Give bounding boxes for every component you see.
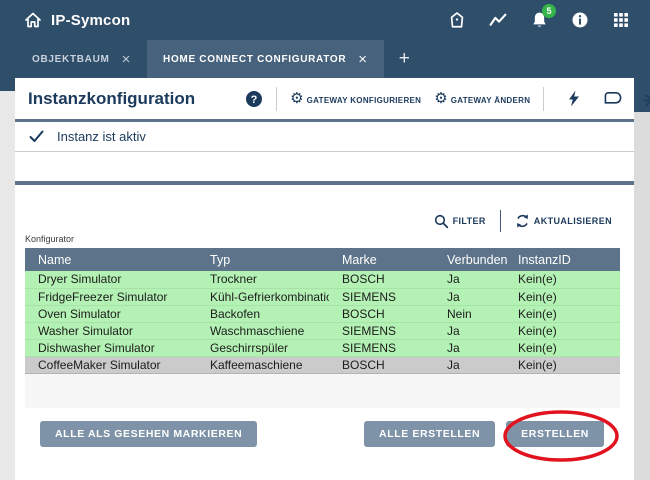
console-bubble-icon[interactable] <box>604 90 622 108</box>
gear-icon: ⚙ <box>434 91 447 106</box>
column-header-verbunden: Verbunden <box>434 248 505 271</box>
filter-label: FILTER <box>453 216 486 226</box>
refresh-button[interactable]: AKTUALISIEREN <box>515 213 612 229</box>
divider <box>276 87 277 111</box>
close-icon[interactable]: × <box>358 52 367 67</box>
close-icon[interactable]: × <box>122 52 131 67</box>
home-icon <box>24 11 42 29</box>
column-header-typ: Typ <box>197 248 329 271</box>
configurator-table: Name Typ Marke Verbunden InstanzID Dryer… <box>25 248 620 374</box>
divider <box>500 210 501 232</box>
refresh-label: AKTUALISIEREN <box>534 216 612 226</box>
gateway-configure-button[interactable]: ⚙ GATEWAY KONFIGURIEREN <box>290 91 421 106</box>
table-row[interactable]: Oven Simulator Backofen BOSCH Nein Kein(… <box>25 305 620 322</box>
gateway-change-button[interactable]: ⚙ GATEWAY ÄNDERN <box>434 91 530 106</box>
lightning-icon[interactable] <box>565 90 583 108</box>
top-bar: IP-Symcon 5 <box>0 0 650 40</box>
svg-text:?: ? <box>251 94 258 106</box>
table-row[interactable]: Dishwasher Simulator Geschirrspüler SIEM… <box>25 339 620 356</box>
notification-badge: 5 <box>542 4 556 18</box>
actions-row: ALLE ALS GESEHEN MARKIEREN ALLE ERSTELLE… <box>15 421 634 447</box>
refresh-icon <box>515 213 530 229</box>
ip-symcon-window: IP-Symcon 5 <box>0 0 650 480</box>
tab-objektbaum[interactable]: OBJEKTBAUM × <box>16 40 147 78</box>
debug-bug-icon[interactable] <box>643 90 650 108</box>
divider <box>543 87 544 111</box>
filter-button[interactable]: FILTER <box>434 214 486 229</box>
table-header-row: Name Typ Marke Verbunden InstanzID <box>25 248 620 271</box>
table-toolbar: FILTER AKTUALISIEREN <box>15 211 634 231</box>
gear-icon: ⚙ <box>290 91 303 106</box>
section-separator <box>15 152 634 185</box>
table-row-selected[interactable]: CoffeeMaker Simulator Kaffeemaschiene BO… <box>25 356 620 373</box>
tab-home-connect-configurator[interactable]: HOME CONNECT CONFIGURATOR × <box>147 40 384 78</box>
column-header-name: Name <box>25 248 197 271</box>
table-row[interactable]: Dryer Simulator Trockner BOSCH Ja Kein(e… <box>25 271 620 288</box>
table-row[interactable]: Washer Simulator Waschmaschiene SIEMENS … <box>25 322 620 339</box>
help-icon[interactable]: ? <box>245 90 263 108</box>
search-icon <box>434 214 449 229</box>
store-icon[interactable] <box>448 11 466 29</box>
topbar-icon-group: 5 <box>448 11 650 29</box>
mark-all-seen-button[interactable]: ALLE ALS GESEHEN MARKIEREN <box>40 421 257 447</box>
create-button-group: ALLE ERSTELLEN ERSTELLEN <box>364 421 604 447</box>
table-row[interactable]: FridgeFreezer Simulator Kühl-Gefrierkomb… <box>25 288 620 305</box>
page-header: Instanzkonfiguration ? ⚙ GATEWAY KONFIGU… <box>15 78 634 122</box>
tab-home-connect-label: HOME CONNECT CONFIGURATOR <box>163 54 346 65</box>
create-all-button[interactable]: ALLE ERSTELLEN <box>364 421 495 447</box>
bell-icon[interactable]: 5 <box>530 11 548 29</box>
info-icon[interactable] <box>571 11 589 29</box>
instance-status-text: Instanz ist aktiv <box>57 129 146 144</box>
main-panel: Instanzkonfiguration ? ⚙ GATEWAY KONFIGU… <box>15 78 634 480</box>
column-header-instanzid: InstanzID <box>505 248 620 271</box>
page-title: Instanzkonfiguration <box>28 89 195 109</box>
configurator-label: Konfigurator <box>25 234 634 245</box>
trend-chart-icon[interactable] <box>489 11 507 29</box>
scrollbar-track[interactable] <box>634 78 650 480</box>
tab-objektbaum-label: OBJEKTBAUM <box>32 54 110 65</box>
apps-grid-icon[interactable] <box>612 11 630 29</box>
left-margin-strip <box>0 78 15 480</box>
app-logo: IP-Symcon <box>0 11 130 29</box>
add-tab-button[interactable]: + <box>384 40 425 78</box>
check-icon <box>29 130 44 143</box>
instance-status-row: Instanz ist aktiv <box>15 122 634 152</box>
create-button[interactable]: ERSTELLEN <box>506 421 604 447</box>
table-empty-area <box>25 374 620 408</box>
app-title: IP-Symcon <box>51 12 130 29</box>
header-actions: ? ⚙ GATEWAY KONFIGURIEREN ⚙ GATEWAY ÄNDE… <box>245 87 650 111</box>
tab-bar: OBJEKTBAUM × HOME CONNECT CONFIGURATOR ×… <box>0 40 650 78</box>
corner-decoration <box>0 78 15 91</box>
column-header-marke: Marke <box>329 248 434 271</box>
